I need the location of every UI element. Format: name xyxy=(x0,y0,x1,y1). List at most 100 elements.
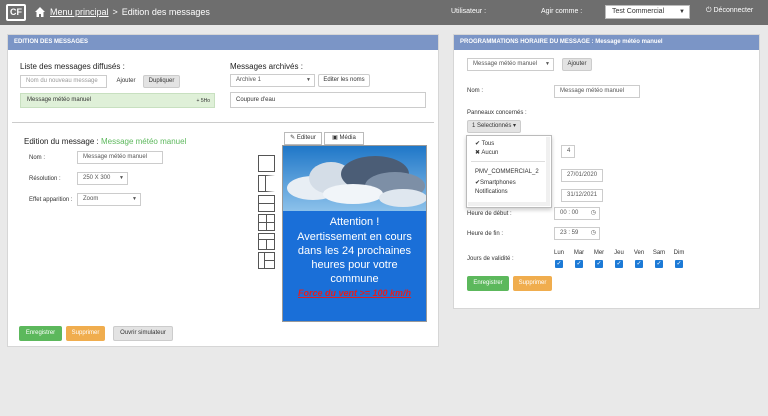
day-label-sat: Sam xyxy=(652,250,666,256)
layout-option-6[interactable] xyxy=(258,252,275,269)
panels-dropdown-value: 1 Selectionnés xyxy=(471,123,512,129)
schedule-message-value: Message météo manuel xyxy=(473,61,538,67)
resolution-value: 250 X 300 xyxy=(83,175,111,181)
layout-option-3[interactable] xyxy=(258,195,275,212)
clock-icon: ◷ xyxy=(590,230,596,236)
app-logo: CF xyxy=(6,4,26,21)
tab-editor-label: Editeur xyxy=(296,135,316,141)
schedule-name-label: Nom : xyxy=(467,88,484,94)
cloud-icon xyxy=(287,156,426,207)
menu-item-none[interactable]: ✖ Aucun xyxy=(475,149,498,156)
weather-image xyxy=(283,146,426,211)
message-edit-panel-header: EDITION DES MESSAGES xyxy=(8,35,438,50)
caret-down-icon: ▾ xyxy=(513,123,517,129)
day-label-fri: Ven xyxy=(633,250,645,256)
pencil-icon: ✎ xyxy=(290,135,296,141)
layout-option-2[interactable] xyxy=(258,175,275,192)
day-checkbox-thu[interactable]: ✓ xyxy=(615,260,623,268)
layout-option-5[interactable] xyxy=(258,233,275,250)
name-field[interactable]: Message météo manuel xyxy=(77,151,163,164)
chevron-down-icon: ▼ xyxy=(132,196,137,202)
day-checkbox-sun[interactable]: ✓ xyxy=(675,260,683,268)
chevron-down-icon: ▼ xyxy=(119,175,124,181)
duplicate-button[interactable]: Dupliquer xyxy=(143,75,180,88)
panels-dropdown[interactable]: 1 Selectionnés ▾ xyxy=(467,120,521,133)
user-label: Utilisateur : xyxy=(451,8,487,15)
day-checkbox-mon[interactable]: ✓ xyxy=(555,260,563,268)
edit-names-button[interactable]: Editer les noms xyxy=(318,74,370,87)
menu-scrollbar[interactable] xyxy=(546,137,550,206)
breadcrumb-home-link[interactable]: Menu principal xyxy=(50,7,109,17)
archived-list-item[interactable]: Coupure d'eau xyxy=(230,92,426,108)
broadcast-list-item[interactable]: Message météo manuel + 5Ho xyxy=(20,93,215,108)
effect-select[interactable]: Zoom ▼ xyxy=(77,193,141,206)
day-checkbox-wed[interactable]: ✓ xyxy=(595,260,603,268)
resolution-select[interactable]: 250 X 300 ▼ xyxy=(77,172,128,185)
broadcast-list-title: Liste des messages diffusés : xyxy=(20,62,125,71)
menu-item-notifications[interactable]: Notifications xyxy=(475,189,508,195)
check-icon: ✔ xyxy=(475,141,481,147)
open-simulator-button[interactable]: Ouvrir simulateur xyxy=(113,326,173,341)
menu-item-smartphones[interactable]: ✔Smartphones xyxy=(475,179,516,186)
schedule-name-field[interactable]: Message météo manuel xyxy=(554,85,640,98)
day-checkbox-fri[interactable]: ✓ xyxy=(635,260,643,268)
preview-warning: Force du vent >= 100 km/h xyxy=(297,288,412,298)
archive-select[interactable]: Archive 1 ▼ xyxy=(230,74,315,87)
tab-media[interactable]: ▣ Média xyxy=(324,132,364,145)
day-checkbox-tue[interactable]: ✓ xyxy=(575,260,583,268)
day-label-thu: Jeu xyxy=(614,250,624,256)
layout-option-1[interactable] xyxy=(258,155,275,172)
power-icon: ⏻ xyxy=(706,7,712,14)
chevron-down-icon: ▼ xyxy=(679,9,685,15)
start-time-field[interactable]: 00 : 00 ◷ xyxy=(554,207,600,220)
effect-label: Effet apparition : xyxy=(29,197,73,203)
layout-option-4[interactable] xyxy=(258,214,275,231)
schedule-save-button[interactable]: Enregistrer xyxy=(467,276,509,291)
end-date-field[interactable]: 31/12/2021 xyxy=(561,189,603,202)
menu-item-all[interactable]: ✔ Tous xyxy=(475,140,494,147)
day-checkbox-sat[interactable]: ✓ xyxy=(655,260,663,268)
schedule-message-select[interactable]: Message météo manuel ▼ xyxy=(467,58,554,71)
chevron-down-icon: ▼ xyxy=(306,77,311,83)
top-bar: CF Menu principal > Edition des messages U… xyxy=(0,0,768,25)
home-icon[interactable] xyxy=(34,6,46,18)
menu-item-pmv[interactable]: PMV_COMMERCIAL_2 xyxy=(475,169,539,175)
menu-item-smartphones-label: Smartphones xyxy=(480,180,516,186)
effect-value: Zoom xyxy=(83,196,99,202)
clock-icon: ◷ xyxy=(590,210,596,216)
day-label-wed: Mer xyxy=(593,250,605,256)
logout-button[interactable]: ⏻ Déconnecter xyxy=(706,7,753,15)
panels-label: Panneaux concernés : xyxy=(467,110,527,116)
name-label: Nom : xyxy=(29,155,46,161)
act-as-value: Test Commercial xyxy=(612,8,665,15)
delete-button[interactable]: Supprimer xyxy=(66,326,105,341)
breadcrumb-separator: > xyxy=(112,7,118,17)
end-time-field[interactable]: 23 : 59 ◷ xyxy=(554,227,600,240)
resolution-label: Résolution : xyxy=(29,176,61,182)
save-button[interactable]: Enregistrer xyxy=(19,326,62,341)
archived-messages-title: Messages archivés : xyxy=(230,62,303,71)
validity-days-label: Jours de validité : xyxy=(467,256,514,262)
add-message-button[interactable]: Ajouter xyxy=(112,75,140,88)
start-time-value: 00 : 00 xyxy=(560,210,579,216)
schedule-add-button[interactable]: Ajouter xyxy=(562,58,592,71)
panels-dropdown-menu: ✔ Tous ✖ Aucun PMV_COMMERCIAL_2 ✔Smartph… xyxy=(466,135,552,208)
logout-label: Déconnecter xyxy=(713,7,754,14)
archive-select-value: Archive 1 xyxy=(236,77,262,83)
chevron-down-icon: ▼ xyxy=(545,61,550,67)
tab-editor[interactable]: ✎ Editeur xyxy=(284,132,322,145)
breadcrumb-current: Edition des messages xyxy=(121,7,210,17)
edit-title-prefix: Edition du message : xyxy=(24,137,99,146)
act-as-select[interactable]: Test Commercial ▼ xyxy=(605,5,690,19)
end-time-label: Heure de fin : xyxy=(467,231,504,237)
new-message-input[interactable]: Nom du nouveau message xyxy=(20,75,107,88)
section-divider xyxy=(12,122,434,123)
start-date-field[interactable]: 27/01/2020 xyxy=(561,169,603,182)
menu-hscrollbar[interactable] xyxy=(468,202,546,206)
broadcast-item-badge: + 5Ho xyxy=(196,98,210,104)
schedule-delete-button[interactable]: Supprimer xyxy=(513,276,552,291)
day-label-tue: Mar xyxy=(573,250,585,256)
breadcrumb: Menu principal > Edition des messages xyxy=(50,7,210,17)
menu-item-all-label: Tous xyxy=(481,141,495,147)
priority-field[interactable]: 4 xyxy=(561,145,575,158)
